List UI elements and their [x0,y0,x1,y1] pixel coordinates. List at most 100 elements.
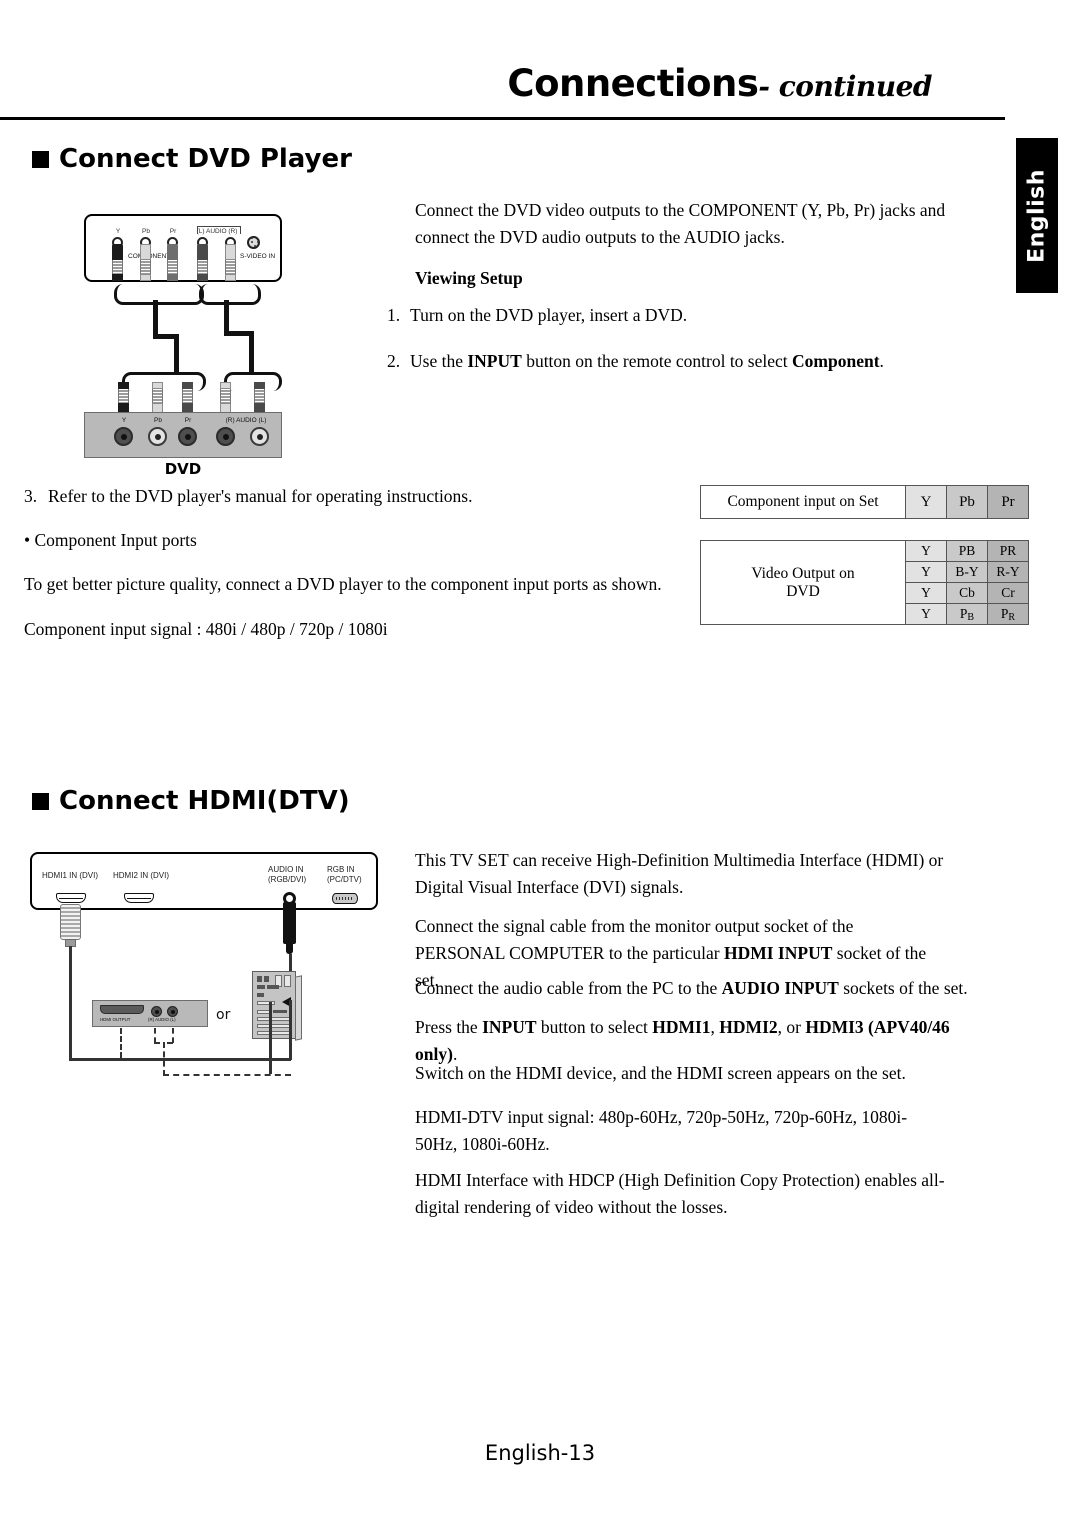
dvd-table-r2-c0: Y [905,582,947,604]
pc-serial-port [257,985,265,989]
dvd-rca-audio-l [250,427,269,446]
pc-cable-right [289,1000,292,1060]
page-title-sub: - continued [758,70,932,103]
source-hdmi-output-label: HDMI OUTPUT [100,1017,131,1022]
dvd-step-2-input-keyword: INPUT [467,351,522,371]
dvd-rca-pr [178,427,197,446]
hdmi-p3-part-c: sockets of the set. [838,978,968,998]
cable-bundle-audio-top [199,284,261,305]
dvd-table-r0-c0: Y [905,540,947,562]
hdmi-paragraph-5: Switch on the HDMI device, and the HDMI … [415,1063,906,1083]
cable-component-vertical-a [153,300,158,338]
dvd-jack-label-y: Y [121,417,127,424]
dvd-intro-text: Connect the DVD video outputs to the COM… [415,200,946,248]
hdmi-p4-hdmi2-keyword: HDMI2 [719,1017,778,1037]
dvd-connection-diagram: Y Pb Pr (L) AUDIO (R) COMPONENT IN S-VID… [84,214,289,478]
section-heading-dvd: Connect DVD Player [32,144,352,174]
tv-plug-pb [140,244,151,281]
source-audio-dashed-bottom [163,1074,291,1076]
hdmi1-in-label: HDMI1 IN (DVI) [42,871,98,880]
dvd-step-3-number: 3. [24,486,38,506]
cable-bundle-audio-bottom [224,372,282,391]
source-audio-label: (R) AUDIO (L) [148,1017,176,1022]
manual-page: Connections- continued English Connect D… [0,0,1080,1528]
dvd-table-r1-c0: Y [905,561,947,583]
dvd-step-3-text: Refer to the DVD player's manual for ope… [48,486,473,506]
pc-tower-side [295,975,302,1041]
header-rule [0,117,1005,120]
hdmi-p4-part-d: , or [777,1017,806,1037]
pc-cable-vertical [269,1002,272,1074]
cable-audio-vertical-b [249,331,254,374]
rgb-in-label: RGB IN (PC/DTV) [327,865,362,885]
hdmi2-in-label: HDMI2 IN (DVI) [113,871,169,880]
cable-bundle-component-top [114,284,204,305]
dvi-plug [60,904,81,940]
hdmi1-port [56,893,86,903]
rgb-in-label-line1: RGB IN [327,865,355,874]
hdmi2-port [124,893,154,903]
page-title-main: Connections [507,62,759,105]
dvd-step-2-part-a: Use the [410,351,468,371]
pc-port-a [257,976,262,982]
audio-jack-plug [283,902,296,944]
tv-jack-label-y: Y [115,228,121,235]
source-audio-dashed-down [163,1042,165,1076]
picture-quality-text: To get better picture quality, connect a… [24,574,662,594]
pc-expansion-a [257,1017,291,1021]
pc-port-c [257,993,264,997]
source-hdmi-dashed-cable [120,1028,122,1058]
hdmi-paragraph-3: Connect the audio cable from the PC to t… [415,975,985,1002]
source-audio-jack-r [151,1006,162,1017]
hdmi-p4-part-c: , [710,1017,720,1037]
set-table-label: Component input on Set [700,485,906,519]
dvd-table-label-line1: Video Output on [751,564,855,582]
set-table-y: Y [905,485,947,519]
dvd-jack-label-pr: Pr [184,417,192,424]
tv-jack-label-pb: Pb [142,228,150,235]
hdmi-p4-hdmi1-keyword: HDMI1 [652,1017,711,1037]
dvd-table-r3-c2: PR [987,603,1029,625]
hdmi-paragraph-1: This TV SET can receive High-Definition … [415,850,944,898]
audio-in-label-line2: (RGB/DVI) [268,875,307,884]
set-table-pr: Pr [987,485,1029,519]
bullet-square-icon [32,792,49,810]
pc-vga-port [257,1001,275,1005]
component-input-signal-text: Component input signal : 480i / 480p / 7… [24,619,388,639]
component-input-ports-bullet: • Component Input ports [24,530,197,550]
bullet-square-icon [32,150,49,168]
hdmi-p3-keyword: AUDIO INPUT [721,978,839,998]
component-input-on-set-table: Component input on Set Y Pb Pr [700,485,1029,519]
hdmi-paragraph-6: HDMI-DTV input signal: 480p-60Hz, 720p-5… [415,1107,908,1155]
dvd-table-r2-c2: Cr [987,582,1029,604]
pc-expansion-b [257,1024,291,1028]
audio-bracket [197,226,241,234]
hdmi-p3-part-a: Connect the audio cable from the PC to t… [415,978,722,998]
hdmi-p4-part-a: Press the [415,1017,483,1037]
dvd-step-2-part-c: . [879,351,884,371]
dvd-jack-label-pb: Pb [154,417,162,424]
dvd-table-r0-c2: PR [987,540,1029,562]
dvd-table-label-line2: DVD [786,582,820,600]
language-tab-label: English [1024,168,1050,263]
audio-in-label: AUDIO IN (RGB/DVI) [268,865,306,885]
source-hdmi-output-port [100,1005,144,1014]
dvd-step-1-text: Turn on the DVD player, insert a DVD. [410,305,688,325]
hdmi-cable-horizontal-bottom [69,1058,291,1061]
pc-slot-b [284,975,291,987]
tv-plug-y [112,244,123,281]
dvd-jack-label-audio: (R) AUDIO (L) [225,417,267,424]
language-tab: English [1016,138,1058,293]
hdmi-paragraph-7: HDMI Interface with HDCP (High Definitio… [415,1170,945,1218]
section-heading-hdmi-label: Connect HDMI(DTV) [59,786,350,816]
viewing-setup-heading: Viewing Setup [415,268,523,288]
tv-plug-audio-l [197,244,208,281]
hdmi-p4-input-keyword: INPUT [482,1017,537,1037]
tv-plug-audio-r [225,244,236,281]
table-row: Video Output on DVD Y PB PR [700,540,1029,625]
dvd-step-1-number: 1. [387,305,401,325]
dvd-table-r0-c1: PB [946,540,988,562]
pc-port-b [264,976,269,982]
page-footer: English-13 [484,1441,596,1465]
dvd-table-r1-c2: R-Y [987,561,1029,583]
